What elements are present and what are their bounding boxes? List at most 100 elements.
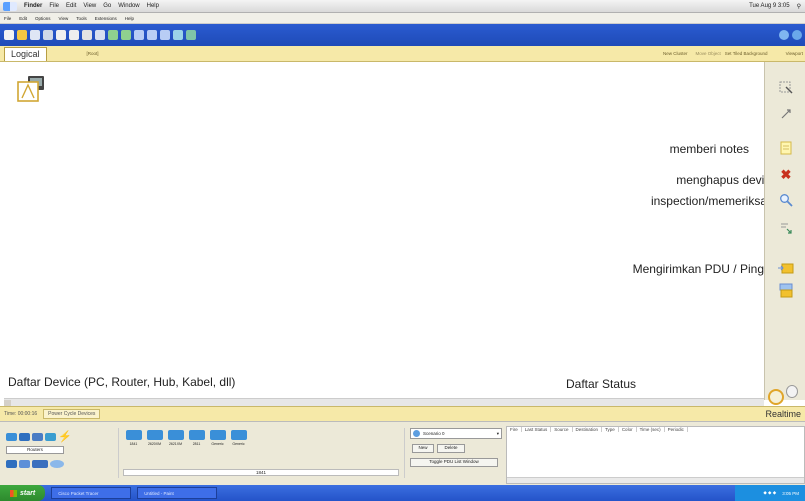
multiuser-category-icon[interactable] — [50, 460, 64, 468]
taskbar-item-packet-tracer[interactable]: Cisco Packet Tracer — [51, 487, 132, 499]
router-icon — [209, 430, 226, 440]
packet-tracer-window: Finder File Edit View Go Window Help Tue… — [0, 0, 805, 501]
model-1841[interactable]: 1841 — [123, 430, 144, 446]
help-icon[interactable] — [779, 30, 789, 40]
connections-category-icon[interactable]: ⚡ — [58, 430, 72, 443]
column-time[interactable]: Time (sec) — [636, 427, 665, 432]
delete-scenario-button[interactable]: Delete — [437, 444, 465, 453]
save-icon[interactable] — [30, 30, 40, 40]
spotlight-icon[interactable]: ⚲ — [797, 3, 801, 10]
realtime-mode-label[interactable]: Realtime — [765, 409, 801, 419]
menu-tools[interactable]: Tools — [76, 16, 87, 21]
move-layout-icon[interactable] — [778, 106, 794, 122]
realtime-clock-icon[interactable] — [768, 389, 784, 405]
annotation-status-list: Daftar Status — [566, 377, 637, 391]
resize-shape-icon[interactable] — [778, 220, 794, 236]
redo-icon[interactable] — [121, 30, 131, 40]
menu-options[interactable]: Options — [35, 16, 51, 21]
annotation-device-list: Daftar Device (PC, Router, Hub, Kabel, d… — [8, 375, 236, 389]
new-file-icon[interactable] — [4, 30, 14, 40]
inspect-icon[interactable] — [778, 192, 794, 208]
annotation-notes: memberi notes — [669, 142, 749, 156]
column-last-status[interactable]: Last Status — [521, 427, 552, 432]
app-menu-bar: File Edit Options View Tools Extensions … — [0, 13, 805, 24]
column-source[interactable]: Source — [550, 427, 573, 432]
move-object-button[interactable]: Move Object — [696, 51, 721, 56]
column-periodic[interactable]: Periodic — [664, 427, 688, 432]
switches-category-icon[interactable] — [19, 432, 30, 441]
zoom-in-icon[interactable] — [134, 30, 144, 40]
mac-menu-go[interactable]: Go — [103, 3, 111, 9]
info-icon[interactable] — [792, 30, 802, 40]
add-complex-pdu-icon[interactable] — [778, 282, 794, 298]
column-fire[interactable]: Fire — [507, 427, 522, 432]
new-cluster-button[interactable]: New Cluster — [663, 51, 688, 56]
mac-menu-view[interactable]: View — [83, 3, 96, 9]
network-info-icon[interactable] — [69, 30, 79, 40]
scenario-select[interactable]: Scenario 0 ▾ — [410, 428, 502, 439]
bottom-panel: ⚡ Routers 1841 2620XM 2621XM 2811 Generi… — [0, 421, 805, 485]
viewport-button[interactable]: Viewport — [786, 51, 803, 56]
logical-workspace-canvas[interactable]: memberi notes menghapus device inspectio… — [4, 62, 777, 398]
taskbar-item-paint[interactable]: Untitled - Paint — [137, 487, 218, 499]
place-note-icon[interactable] — [778, 140, 794, 156]
pdu-list-scrollbar[interactable] — [507, 477, 804, 483]
simulation-mode-icon[interactable] — [786, 385, 798, 398]
start-button[interactable]: start — [0, 485, 46, 501]
power-cycle-button[interactable]: Power Cycle Devices — [43, 409, 101, 419]
zoom-out-icon[interactable] — [160, 30, 170, 40]
column-color[interactable]: Color — [618, 427, 637, 432]
delete-icon[interactable]: ✖ — [778, 167, 794, 183]
select-tool-icon[interactable] — [778, 80, 794, 96]
windows-logo-icon — [10, 489, 17, 497]
tray-icons[interactable]: ◆ ◆ ◆ — [763, 490, 776, 496]
category-label: Routers — [6, 446, 64, 454]
model-2811[interactable]: 2811 — [186, 430, 207, 446]
root-label[interactable]: [Root] — [87, 51, 99, 56]
custom-device-icon[interactable] — [186, 30, 196, 40]
palette-icon[interactable] — [173, 30, 183, 40]
zoom-reset-icon[interactable] — [147, 30, 157, 40]
selected-model-label: 1841 — [123, 469, 399, 476]
menu-view[interactable]: View — [59, 16, 69, 21]
copy-icon[interactable] — [82, 30, 92, 40]
wan-emulation-category-icon[interactable] — [19, 460, 30, 468]
set-tiled-background-button[interactable]: Set Tiled Background — [725, 51, 768, 56]
column-type[interactable]: Type — [601, 427, 619, 432]
menu-extensions[interactable]: Extensions — [95, 16, 117, 21]
new-scenario-button[interactable]: New — [412, 444, 434, 453]
cluster-icon[interactable] — [16, 76, 48, 102]
app-name[interactable]: Finder — [24, 3, 42, 9]
print-icon[interactable] — [43, 30, 53, 40]
mac-menu-bar: Finder File Edit View Go Window Help Tue… — [0, 0, 805, 13]
device-category-box: ⚡ Routers — [6, 430, 114, 478]
hubs-category-icon[interactable] — [32, 432, 43, 441]
custom-devices-category-icon[interactable] — [32, 460, 48, 468]
paste-icon[interactable] — [95, 30, 105, 40]
model-generic-1[interactable]: Generic — [207, 430, 228, 446]
tab-logical[interactable]: Logical — [4, 46, 47, 61]
activity-wizard-icon[interactable] — [56, 30, 66, 40]
routers-category-icon[interactable] — [6, 432, 17, 441]
menu-help[interactable]: Help — [125, 16, 134, 21]
menu-file[interactable]: File — [4, 16, 11, 21]
mac-menu-file[interactable]: File — [49, 3, 59, 9]
mac-menu-help[interactable]: Help — [147, 3, 159, 9]
model-2620xm[interactable]: 2620XM — [144, 430, 165, 446]
menu-edit[interactable]: Edit — [19, 16, 27, 21]
model-generic-2[interactable]: Generic — [228, 430, 249, 446]
model-2621xm[interactable]: 2621XM — [165, 430, 186, 446]
main-toolbar — [0, 24, 805, 46]
mac-menu-edit[interactable]: Edit — [66, 3, 76, 9]
router-icon — [230, 430, 247, 440]
horizontal-scrollbar[interactable] — [4, 398, 764, 406]
column-destination[interactable]: Destination — [572, 427, 603, 432]
add-simple-pdu-icon[interactable] — [778, 260, 794, 276]
undo-icon[interactable] — [108, 30, 118, 40]
wireless-category-icon[interactable] — [45, 432, 56, 441]
open-folder-icon[interactable] — [17, 30, 27, 40]
end-devices-category-icon[interactable] — [6, 460, 17, 468]
finder-icon[interactable] — [3, 1, 17, 11]
mac-menu-window[interactable]: Window — [118, 3, 139, 9]
toggle-pdu-list-button[interactable]: Toggle PDU List Window — [410, 458, 498, 467]
